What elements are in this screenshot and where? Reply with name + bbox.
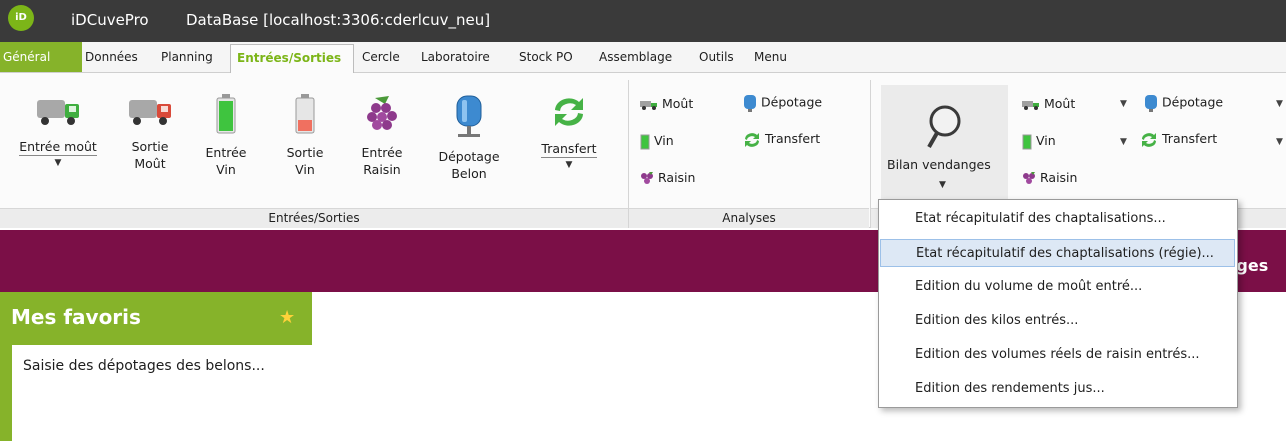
depotage-belon-label-2: Belon [451, 166, 487, 181]
entree-vin-label-1: Entrée [205, 145, 247, 160]
transfer-small-icon [745, 132, 759, 147]
chevron-down-icon: ▼ [565, 160, 573, 170]
bilan-transfert-button[interactable]: Transfert [1140, 131, 1217, 148]
analyse-mout-button[interactable]: Moût [640, 96, 693, 111]
battery-low-icon [295, 94, 315, 134]
sortie-vin-button[interactable]: Sortie Vin [277, 80, 333, 178]
bilan-vendanges-label: Bilan vendanges [887, 157, 991, 172]
sortie-mout-button[interactable]: Sortie Moût [122, 80, 178, 172]
transfert-button[interactable]: Transfert ▼ [521, 80, 617, 174]
ribbon-separator [628, 80, 629, 228]
truck-small-icon [640, 100, 657, 110]
analyse-transfert-button[interactable]: Transfert [743, 131, 820, 148]
star-icon[interactable]: ★ [279, 307, 295, 328]
menu-item-chaptalisations-regie[interactable]: Etat récapitulatif des chaptalisations (… [880, 239, 1235, 267]
bilan-vin-button[interactable]: Vin [1022, 133, 1056, 150]
chevron-down-icon[interactable]: ▼ [1120, 99, 1127, 109]
entree-vin-label-2: Vin [216, 162, 236, 177]
menu-item-chaptalisations[interactable]: Etat récapitulatif des chaptalisations..… [880, 205, 1235, 233]
truck-red-icon [129, 100, 171, 125]
battery-full-icon [216, 94, 236, 134]
sortie-vin-label-2: Vin [295, 162, 315, 177]
bilan-raisin-button[interactable]: Raisin [1022, 170, 1077, 186]
transfert-label: Transfert [541, 141, 597, 158]
bilan-mout-button[interactable]: Moût [1022, 96, 1075, 111]
tab-cercle[interactable]: Cercle [362, 50, 400, 64]
entree-raisin-label-1: Entrée [361, 145, 403, 160]
group-label-entrees-sorties: Entrées/Sorties [268, 211, 360, 225]
chevron-down-icon[interactable]: ▼ [1120, 137, 1127, 147]
bilan-vendanges-menu: Etat récapitulatif des chaptalisations..… [878, 199, 1238, 408]
magnifier-icon [927, 105, 961, 148]
tab-entrees-sorties[interactable]: Entrées/Sorties [230, 44, 354, 74]
tank-small-icon [1145, 95, 1157, 112]
menu-item-volumes-raisin[interactable]: Edition des volumes réels de raisin entr… [880, 341, 1235, 369]
chevron-down-icon[interactable]: ▼ [1276, 137, 1283, 147]
battery-small-icon [640, 134, 650, 149]
entree-mout-label: Entrée moût [19, 139, 97, 156]
chevron-down-icon[interactable]: ▼ [1276, 99, 1283, 109]
tab-assemblage[interactable]: Assemblage [599, 50, 672, 64]
chevron-down-icon: ▼ [939, 180, 946, 190]
bilan-depotage-button[interactable]: Dépotage [1144, 94, 1223, 112]
favorites-title: Mes favoris [11, 305, 141, 329]
tab-donnees[interactable]: Données [85, 50, 138, 64]
sortie-mout-label-1: Sortie [131, 139, 169, 154]
app-name: iDCuvePro [71, 11, 149, 29]
sortie-mout-label-2: Moût [134, 156, 166, 171]
grapes-icon [367, 96, 397, 130]
database-title: DataBase [localhost:3306:cderlcuv_neu] [186, 11, 491, 29]
bilan-vendanges-button[interactable]: Bilan vendanges ▼ [881, 85, 1008, 205]
menu-item-volume-mout[interactable]: Edition du volume de moût entré... [880, 273, 1235, 301]
truck-small-icon [1022, 100, 1039, 110]
title-bar: iD iDCuvePro DataBase [localhost:3306:cd… [0, 0, 1286, 42]
depotage-belon-button[interactable]: Dépotage Belon [430, 80, 508, 182]
favorite-item[interactable]: Saisie des dépotages des belons... [23, 358, 265, 374]
app-logo: iD [8, 5, 34, 31]
battery-small-icon [1022, 134, 1032, 149]
entree-raisin-button[interactable]: Entrée Raisin [353, 80, 411, 178]
tab-menu[interactable]: Menu [754, 50, 787, 64]
group-label-analyses: Analyses [722, 211, 776, 225]
analyse-raisin-button[interactable]: Raisin [640, 170, 695, 186]
menu-item-rendements[interactable]: Edition des rendements jus... [880, 375, 1235, 403]
ribbon-separator [870, 80, 871, 228]
menu-item-kilos[interactable]: Edition des kilos entrés... [880, 307, 1235, 335]
grapes-small-icon [641, 171, 653, 184]
sortie-vin-label-1: Sortie [286, 145, 324, 160]
transfer-arrows-icon [555, 98, 583, 126]
entree-raisin-label-2: Raisin [363, 162, 401, 177]
tab-laboratoire[interactable]: Laboratoire [421, 50, 490, 64]
grapes-small-icon [1023, 171, 1035, 184]
entree-vin-button[interactable]: Entrée Vin [198, 80, 254, 178]
tab-stock-po[interactable]: Stock PO [519, 50, 573, 64]
analyse-vin-button[interactable]: Vin [640, 133, 674, 150]
chevron-down-icon: ▼ [54, 158, 62, 168]
depotage-belon-label-1: Dépotage [438, 149, 500, 164]
entree-mout-button[interactable]: Entrée moût ▼ [10, 80, 106, 172]
tab-outils[interactable]: Outils [699, 50, 734, 64]
truck-green-icon [37, 100, 79, 125]
tank-small-icon [744, 95, 756, 112]
analyse-depotage-button[interactable]: Dépotage [743, 94, 822, 112]
tank-icon [456, 95, 482, 137]
transfer-small-icon [1142, 132, 1156, 147]
menu-general[interactable]: Général [0, 42, 82, 72]
tab-planning[interactable]: Planning [161, 50, 213, 64]
